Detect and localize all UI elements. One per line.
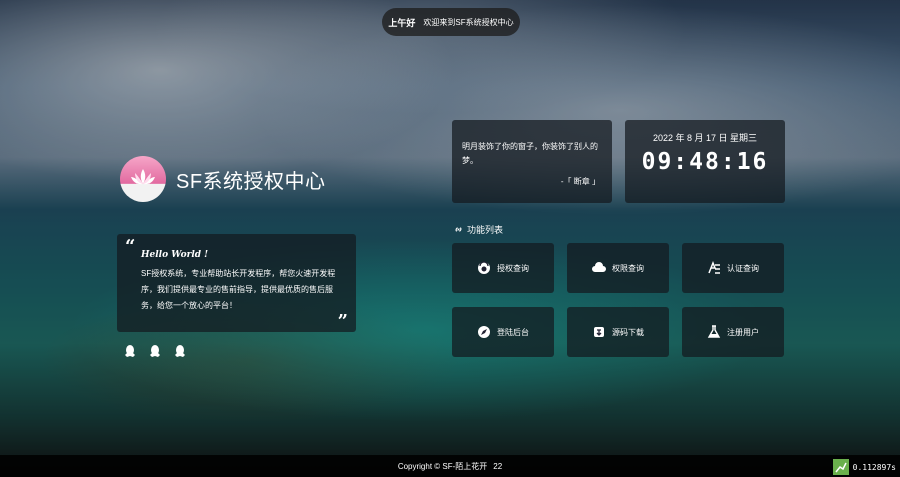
source-download-label: 源码下载 [612,327,644,337]
register-user-button[interactable]: 注册用户 [682,307,784,357]
qq-icon[interactable] [149,345,161,358]
intro-card: “ Hello World ! SF授权系统，专业帮助站长开发程序，帮您火速开发… [117,234,356,332]
intro-hello: Hello World ! [141,250,209,260]
brand-name: SF系统授权中心 [176,170,326,193]
flask-icon [707,325,721,338]
login-admin-button[interactable]: 登陆后台 [452,307,554,357]
function-list-title: 功能列表 [454,223,503,236]
clock-date: 2022 年 8 月 17 日 星期三 [652,133,758,143]
qq-icon[interactable] [124,345,136,358]
performance-indicator: 0.112897s [832,457,900,477]
clock-card: 2022 年 8 月 17 日 星期三 09:48:16 [625,120,785,203]
source-download-button[interactable]: 源码下载 [567,307,669,357]
quote-close-icon: ” [337,311,348,332]
quote-open-icon: “ [125,236,136,257]
lotus-icon [120,156,166,202]
greeting-hello: 上午好 [388,17,416,28]
cloud-icon [592,262,606,272]
verify-query-label: 认证查询 [727,263,759,273]
greeting-bar: 上午好 欢迎来到SF系统授权中心 [382,8,520,36]
auth-query-icon [478,261,490,274]
auth-query-button[interactable]: 授权查询 [452,243,554,293]
permission-query-label: 权限查询 [612,263,644,273]
footer-year: 22 [493,461,503,471]
download-icon [594,327,604,337]
footer: Copyright © SF-陌上花开 22 [0,455,900,477]
performance-icon [832,459,849,475]
footer-copyright: Copyright © SF-陌上花开 [397,461,488,471]
performance-time: 0.112897s [852,462,896,472]
poem-text: 明月装饰了你的窗子，你装饰了别人的梦。 [462,142,598,165]
verify-query-button[interactable]: 认证查询 [682,243,784,293]
login-admin-label: 登陆后台 [497,327,529,337]
greeting-welcome: 欢迎来到SF系统授权中心 [423,17,514,27]
function-list-label: 功能列表 [467,225,504,235]
link-icon [455,227,462,232]
poem-author: -「 断章 」 [560,177,600,186]
social-links [124,345,186,358]
clock-time: 09:48:16 [641,149,769,175]
register-user-label: 注册用户 [727,327,759,337]
auth-query-label: 授权查询 [497,263,529,273]
compass-icon [478,326,490,338]
qq-icon[interactable] [174,345,186,358]
brand: SF系统授权中心 [120,156,326,202]
intro-text: SF授权系统，专业帮助站长开发程序，帮您火速开发程序，我们提供最专业的售前指导，… [141,269,336,310]
poem-card: 明月装饰了你的窗子，你装饰了别人的梦。 -「 断章 」 [452,120,612,203]
permission-query-button[interactable]: 权限查询 [567,243,669,293]
verify-icon [708,261,720,274]
